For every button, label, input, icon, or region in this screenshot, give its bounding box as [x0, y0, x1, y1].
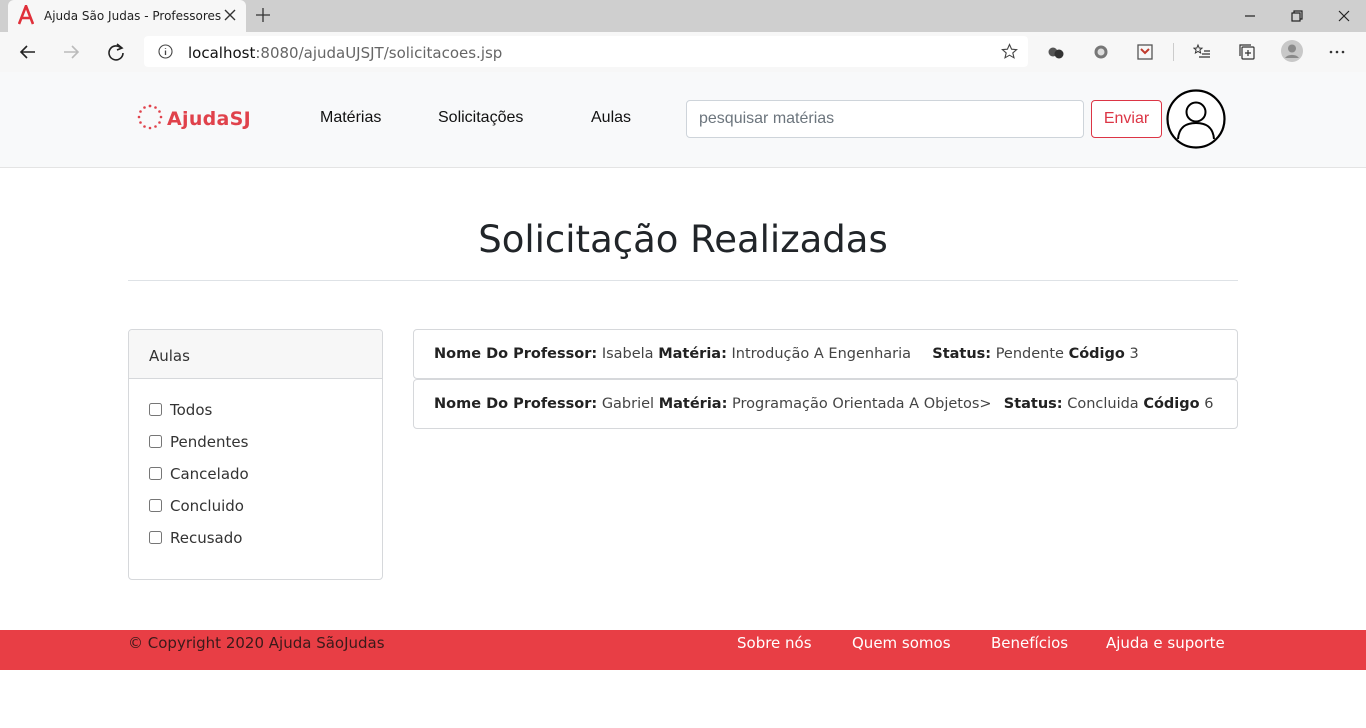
- status-label: Status:: [932, 346, 992, 362]
- request-item[interactable]: Nome Do Professor: Gabriel Matéria: Prog…: [413, 379, 1238, 429]
- refresh-icon[interactable]: [106, 42, 126, 62]
- professor-label: Nome Do Professor:: [434, 346, 598, 362]
- url-path: :8080/ajudaUJSJT/solicitacoes.jsp: [255, 44, 503, 62]
- brand-ring-icon: [137, 104, 163, 130]
- subject-label: Matéria:: [658, 346, 727, 362]
- forward-icon[interactable]: [61, 42, 81, 62]
- filter-option-label: Concluido: [170, 497, 244, 515]
- status-value: Pendente: [995, 346, 1064, 362]
- favorite-star-icon[interactable]: [1001, 43, 1018, 60]
- more-menu-icon[interactable]: [1328, 43, 1346, 61]
- professor-value: Isabela: [601, 346, 654, 362]
- url-host: localhost: [188, 44, 256, 62]
- footer-link-beneficios[interactable]: Benefícios: [991, 634, 1068, 652]
- filter-option-cancelado[interactable]: Cancelado: [129, 465, 382, 497]
- nav-aulas[interactable]: Aulas: [591, 109, 631, 127]
- search-input[interactable]: [686, 100, 1084, 138]
- subject-label: Matéria:: [658, 396, 728, 412]
- copyright-text: © Copyright 2020 Ajuda SãoJudas: [128, 634, 385, 652]
- subject-value: Programação Orientada A Objetos>: [731, 396, 992, 412]
- site-header: AjudaSJ Matérias Solicitações Aulas Envi…: [0, 72, 1366, 168]
- close-tab-icon[interactable]: [222, 7, 238, 23]
- professor-value: Gabriel: [601, 396, 655, 412]
- filter-option-label: Pendentes: [170, 433, 249, 451]
- filter-option-label: Recusado: [170, 529, 243, 547]
- filter-checkbox-pendentes[interactable]: [149, 435, 162, 448]
- footer-link-sobre-nos[interactable]: Sobre nós: [737, 634, 812, 652]
- user-avatar-icon[interactable]: [1166, 89, 1226, 149]
- code-value: 3: [1129, 346, 1139, 362]
- restore-icon[interactable]: [1287, 6, 1307, 26]
- browser-tab-bar: Ajuda São Judas - Professores: [0, 0, 1366, 32]
- nav-materias[interactable]: Matérias: [320, 109, 381, 127]
- close-window-icon[interactable]: [1334, 6, 1354, 26]
- toolbar-divider: [1173, 43, 1174, 61]
- brand-logo[interactable]: AjudaSJ: [136, 102, 251, 136]
- extension-icon[interactable]: [1047, 43, 1065, 61]
- send-button[interactable]: Enviar: [1091, 100, 1162, 138]
- new-tab-icon[interactable]: [255, 7, 271, 23]
- minimize-icon[interactable]: [1240, 6, 1260, 26]
- tab-title: Ajuda São Judas - Professores: [44, 9, 222, 23]
- page-title: Solicitação Realizadas: [478, 218, 888, 261]
- back-icon[interactable]: [18, 42, 38, 62]
- filter-checkbox-concluido[interactable]: [149, 499, 162, 512]
- browser-tab[interactable]: Ajuda São Judas - Professores: [8, 0, 246, 32]
- nav-solicitacoes[interactable]: Solicitações: [438, 109, 523, 127]
- site-favicon-icon: [18, 5, 34, 25]
- site-footer: © Copyright 2020 Ajuda SãoJudas Sobre nó…: [0, 630, 1366, 670]
- filter-option-label: Todos: [170, 401, 213, 419]
- filter-checkbox-todos[interactable]: [149, 403, 162, 416]
- status-filter-card: Aulas Todos Pendentes Cancelado Concluid…: [128, 329, 383, 580]
- favorites-list-icon[interactable]: [1193, 43, 1211, 61]
- url-text: localhost:8080/ajudaUJSJT/solicitacoes.j…: [188, 44, 502, 62]
- status-label: Status:: [1003, 396, 1063, 412]
- filter-checkbox-cancelado[interactable]: [149, 467, 162, 480]
- pocket-icon[interactable]: [1136, 43, 1154, 61]
- filter-option-recusado[interactable]: Recusado: [129, 529, 382, 561]
- subject-value: Introdução A Engenharia: [731, 346, 912, 362]
- address-bar: localhost:8080/ajudaUJSJT/solicitacoes.j…: [0, 32, 1366, 73]
- filter-option-label: Cancelado: [170, 465, 249, 483]
- filter-option-pendentes[interactable]: Pendentes: [129, 433, 382, 465]
- url-field[interactable]: localhost:8080/ajudaUJSJT/solicitacoes.j…: [144, 36, 1028, 67]
- code-value: 6: [1204, 396, 1214, 412]
- footer-link-quem-somos[interactable]: Quem somos: [852, 634, 951, 652]
- code-label: Código: [1143, 396, 1200, 412]
- title-divider: [128, 280, 1238, 281]
- filter-checkbox-recusado[interactable]: [149, 531, 162, 544]
- info-icon[interactable]: [158, 44, 173, 59]
- professor-label: Nome Do Professor:: [434, 396, 598, 412]
- filter-option-concluido[interactable]: Concluido: [129, 497, 382, 529]
- footer-link-ajuda-suporte[interactable]: Ajuda e suporte: [1106, 634, 1225, 652]
- profile-icon[interactable]: [1281, 40, 1303, 62]
- filter-option-todos[interactable]: Todos: [129, 401, 382, 433]
- brand-name: AjudaSJ: [167, 108, 252, 130]
- extension-record-icon[interactable]: [1092, 43, 1110, 61]
- status-value: Concluida: [1067, 396, 1139, 412]
- request-item[interactable]: Nome Do Professor: Isabela Matéria: Intr…: [413, 329, 1238, 379]
- code-label: Código: [1068, 346, 1125, 362]
- filter-list: Todos Pendentes Cancelado Concluido Recu…: [129, 379, 382, 561]
- filter-heading: Aulas: [129, 330, 382, 379]
- collections-icon[interactable]: [1238, 43, 1256, 61]
